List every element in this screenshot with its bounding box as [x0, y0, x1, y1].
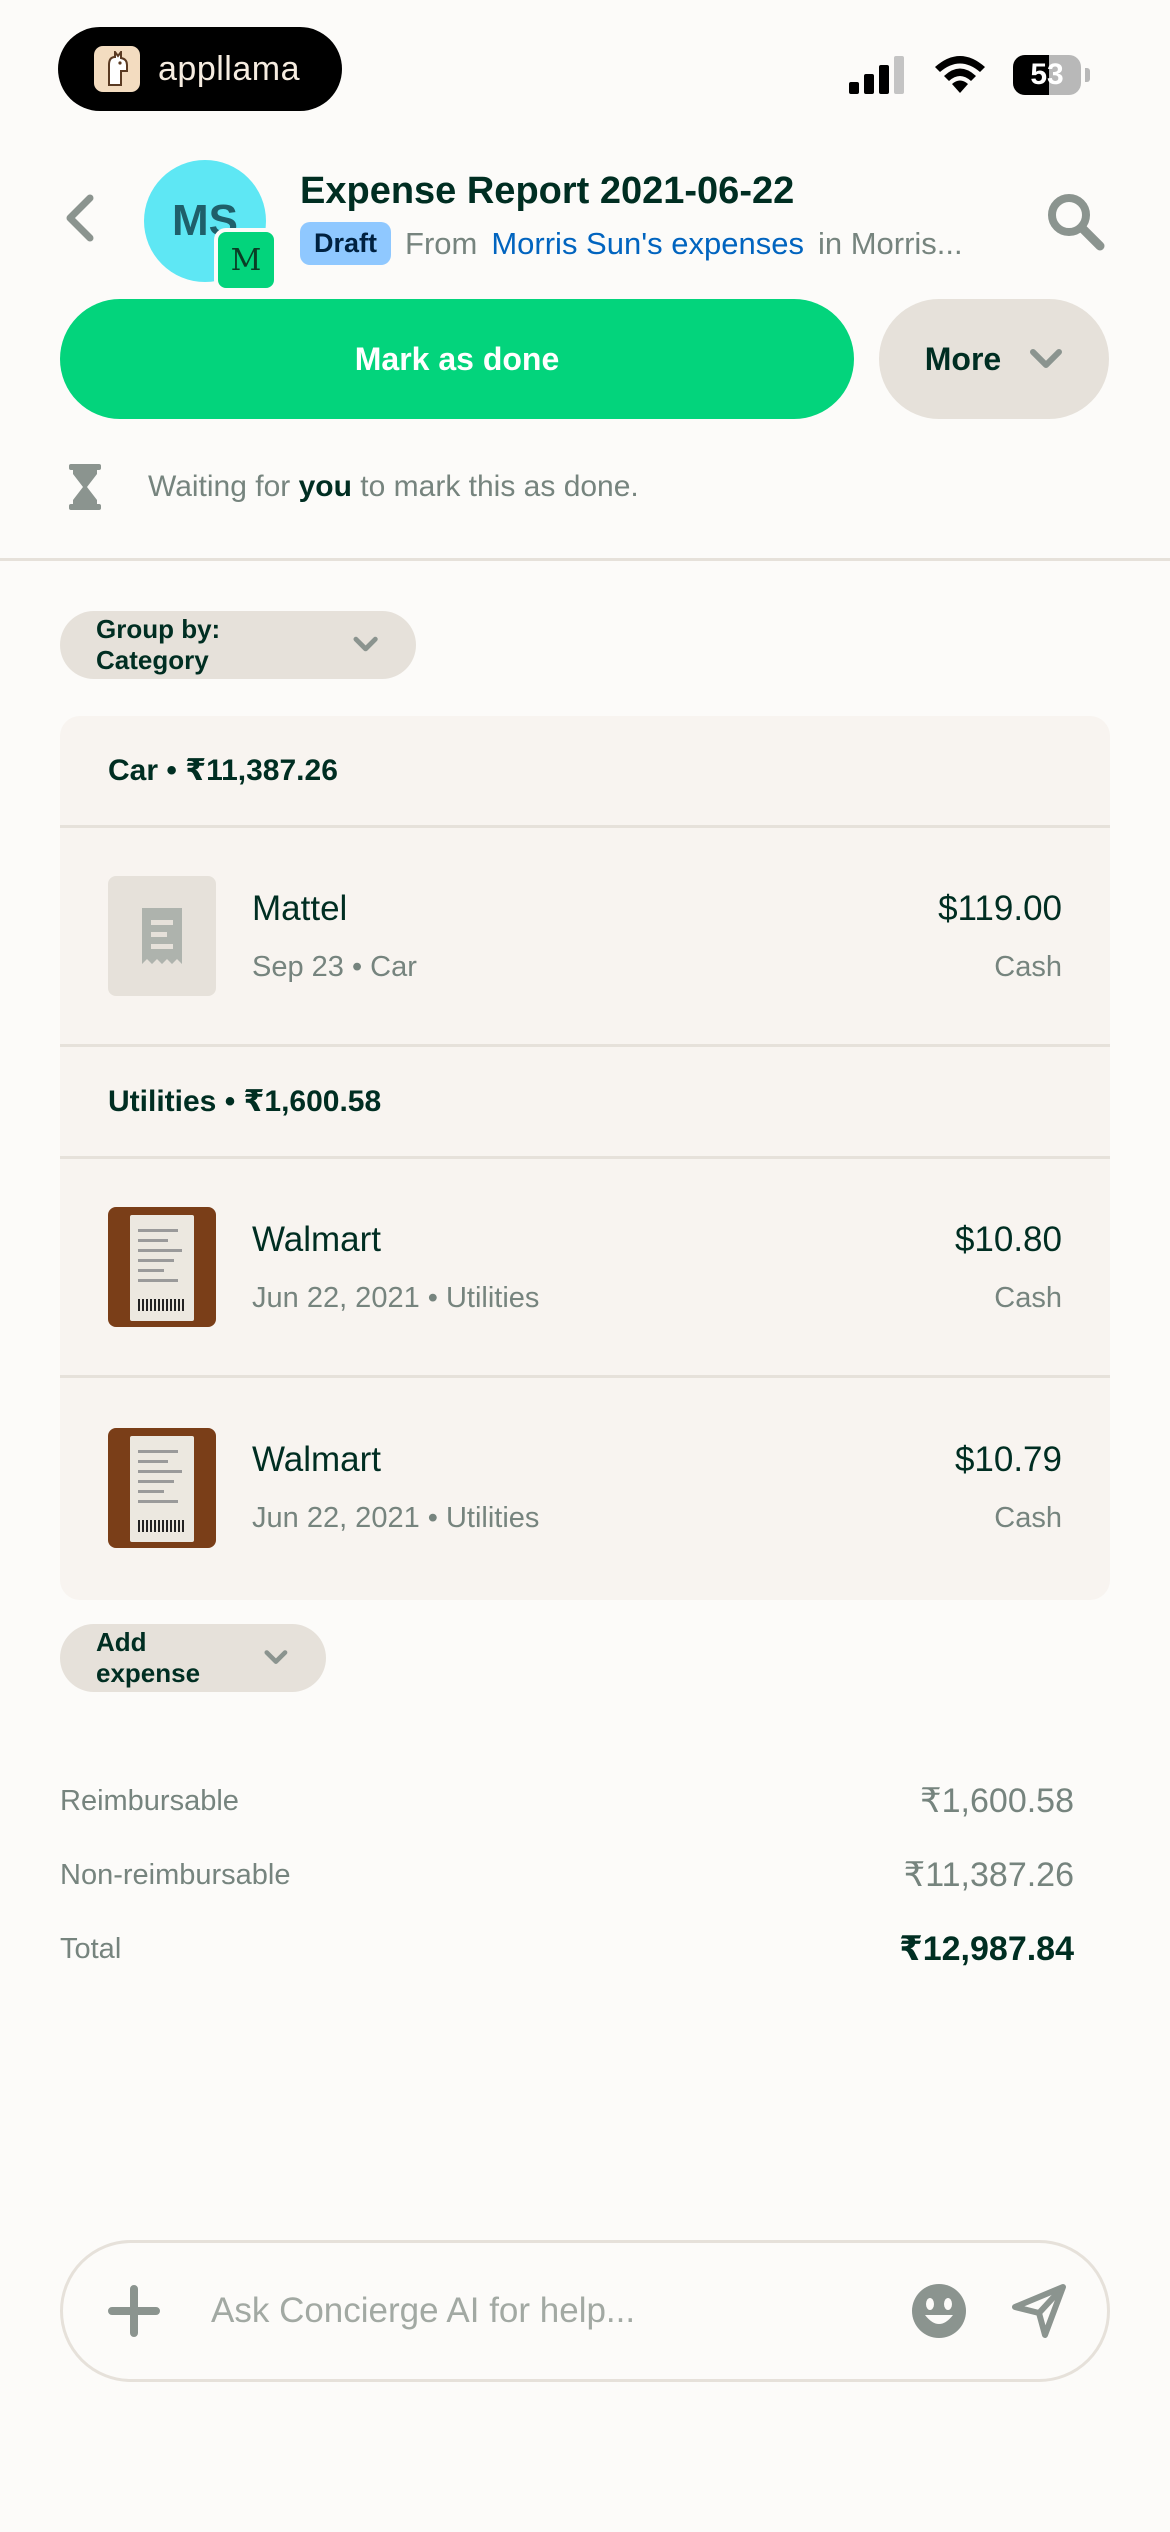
hourglass-icon	[69, 464, 101, 510]
app-brand-pill: appllama	[58, 27, 342, 111]
expense-row[interactable]: Mattel Sep 23 • Car $119.00 Cash	[60, 828, 1110, 1047]
waiting-suffix: to mark this as done.	[360, 470, 639, 503]
battery-nub	[1085, 68, 1090, 82]
from-link[interactable]: Morris Sun's expenses	[491, 226, 804, 262]
from-prefix: From	[405, 225, 478, 261]
back-button[interactable]	[62, 192, 98, 249]
workspace-initial: M	[230, 242, 262, 278]
total-value: ₹12,987.84	[899, 1930, 1074, 1968]
chevron-down-icon	[353, 636, 378, 652]
mark-as-done-label: Mark as done	[354, 340, 560, 377]
battery-percent: 53	[1030, 58, 1064, 91]
chevron-down-icon	[1030, 349, 1063, 368]
expense-meta: Jun 22, 2021 • Utilities	[252, 1502, 540, 1534]
non-reimbursable-label: Non-reimbursable	[60, 1858, 291, 1891]
group-by-button[interactable]: Group by: Category	[60, 611, 416, 679]
payment-type: Cash	[994, 950, 1062, 983]
expense-row[interactable]: Walmart Jun 22, 2021 • Utilities $10.80 …	[60, 1159, 1110, 1378]
from-suffix: in Morris...	[817, 225, 963, 261]
brand-name: appllama	[158, 49, 300, 88]
waiting-message: Waiting for you to mark this as done.	[66, 464, 639, 510]
payment-type: Cash	[994, 1502, 1062, 1534]
report-subtitle: Draft From Morris Sun's expenses in Morr…	[300, 222, 963, 265]
send-icon[interactable]	[1011, 2283, 1067, 2339]
status-icons: 53	[849, 55, 1090, 95]
merchant-name: Walmart	[252, 1219, 381, 1259]
group-by-label: Group by: Category	[96, 614, 221, 675]
battery-icon: 53	[1013, 55, 1081, 95]
expense-amount: $119.00	[938, 888, 1062, 928]
emoji-icon[interactable]	[911, 2283, 967, 2339]
mark-as-done-button[interactable]: Mark as done	[60, 299, 854, 419]
cellular-signal-icon	[849, 56, 904, 94]
plus-icon[interactable]	[107, 2284, 161, 2338]
receipt-thumbnail	[108, 1207, 216, 1327]
search-button[interactable]	[1044, 190, 1106, 257]
add-expense-label: Add expense	[96, 1627, 201, 1688]
receipt-thumbnail	[108, 1427, 216, 1548]
merchant-name: Walmart	[252, 1440, 381, 1479]
workspace-avatar: M	[214, 228, 278, 292]
expense-amount: $10.79	[954, 1440, 1062, 1479]
expense-meta: Jun 22, 2021 • Utilities	[252, 1281, 540, 1314]
reimbursable-value: ₹1,600.58	[920, 1782, 1074, 1820]
receipt-placeholder-icon	[108, 876, 216, 996]
non-reimbursable-row: Non-reimbursable ₹11,387.26	[60, 1838, 1074, 1912]
merchant-name: Mattel	[252, 888, 348, 928]
waiting-prefix: Waiting for	[148, 470, 291, 503]
chat-input[interactable]	[211, 2291, 911, 2331]
totals-summary: Reimbursable ₹1,600.58 Non-reimbursable …	[60, 1764, 1074, 1986]
reimbursable-row: Reimbursable ₹1,600.58	[60, 1764, 1074, 1838]
expense-row[interactable]: Walmart Jun 22, 2021 • Utilities $10.79 …	[60, 1378, 1110, 1597]
total-row: Total ₹12,987.84	[60, 1912, 1074, 1986]
expense-meta: Sep 23 • Car	[252, 950, 417, 983]
header-divider	[0, 558, 1170, 561]
section-header-car: Car • ₹11,387.26	[60, 716, 1110, 828]
waiting-who: you	[298, 470, 352, 503]
wifi-icon	[935, 56, 985, 93]
expense-amount: $10.80	[954, 1219, 1062, 1259]
page-title: Expense Report 2021-06-22	[300, 170, 795, 212]
chevron-down-icon	[264, 1650, 288, 1664]
add-expense-button[interactable]: Add expense	[60, 1624, 326, 1692]
waiting-text: Waiting for you to mark this as done.	[148, 470, 639, 504]
reimbursable-label: Reimbursable	[60, 1784, 239, 1817]
llama-logo-icon	[94, 46, 140, 92]
status-badge: Draft	[300, 222, 392, 265]
section-header-utilities: Utilities • ₹1,600.58	[60, 1047, 1110, 1159]
chevron-left-icon	[66, 194, 94, 242]
total-label: Total	[60, 1932, 122, 1965]
search-icon	[1048, 194, 1105, 251]
chat-composer	[60, 2240, 1110, 2382]
payment-type: Cash	[994, 1281, 1062, 1314]
non-reimbursable-value: ₹11,387.26	[903, 1856, 1074, 1894]
more-button[interactable]: More	[879, 299, 1109, 419]
more-label: More	[924, 340, 1002, 377]
expense-list: Car • ₹11,387.26 Mattel Sep 23 • Car $11…	[60, 716, 1110, 1600]
